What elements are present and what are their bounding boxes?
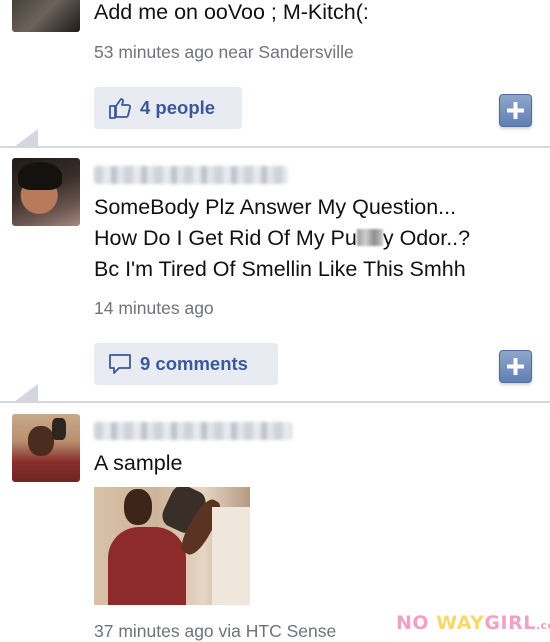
watermark-part: GIRL — [484, 612, 536, 634]
post-text: Bc I'm Tired Of Smellin Like This Smhh — [94, 257, 466, 281]
post-meta: 14 minutes ago — [94, 298, 214, 318]
avatar[interactable] — [12, 414, 80, 482]
watermark-part: WAY — [436, 612, 485, 634]
divider — [0, 401, 550, 403]
plus-icon — [507, 102, 524, 119]
blurred-user-name[interactable] — [94, 422, 292, 440]
site-watermark: NO WAYGIRL.com — [396, 612, 550, 634]
watermark-part: NO — [396, 612, 437, 634]
divider — [0, 146, 550, 148]
attached-photo[interactable] — [94, 487, 250, 605]
censor-blur — [356, 229, 383, 246]
post-meta: 53 minutes ago near Sandersville — [94, 42, 354, 62]
post-text-part: y Odor..? — [382, 226, 471, 250]
comments-button[interactable]: 9 comments — [94, 343, 278, 385]
divider-notch — [14, 129, 38, 147]
blurred-user-name[interactable] — [94, 166, 288, 184]
like-count-label: 4 people — [140, 97, 216, 118]
add-button[interactable] — [499, 94, 532, 127]
post-text: How Do I Get Rid Of My Pu y Odor..? — [94, 223, 470, 254]
divider-notch — [14, 384, 38, 402]
post-text: SomeBody Plz Answer My Question... — [94, 195, 457, 219]
comments-count-label: 9 comments — [140, 353, 248, 374]
post-meta: 37 minutes ago via HTC Sense — [94, 621, 337, 641]
post-text: Add me on ooVoo ; M-Kitch(: — [94, 0, 369, 24]
watermark-part: .com — [535, 619, 550, 632]
post-text: A sample — [94, 451, 183, 475]
avatar[interactable] — [12, 158, 80, 226]
plus-icon — [507, 358, 524, 375]
add-button[interactable] — [499, 350, 532, 383]
avatar[interactable] — [12, 0, 80, 32]
like-count-button[interactable]: 4 people — [94, 87, 242, 129]
thumbs-up-icon — [109, 98, 131, 119]
post-text-part: How Do I Get Rid Of My Pu — [94, 226, 357, 250]
comment-icon — [109, 354, 131, 374]
